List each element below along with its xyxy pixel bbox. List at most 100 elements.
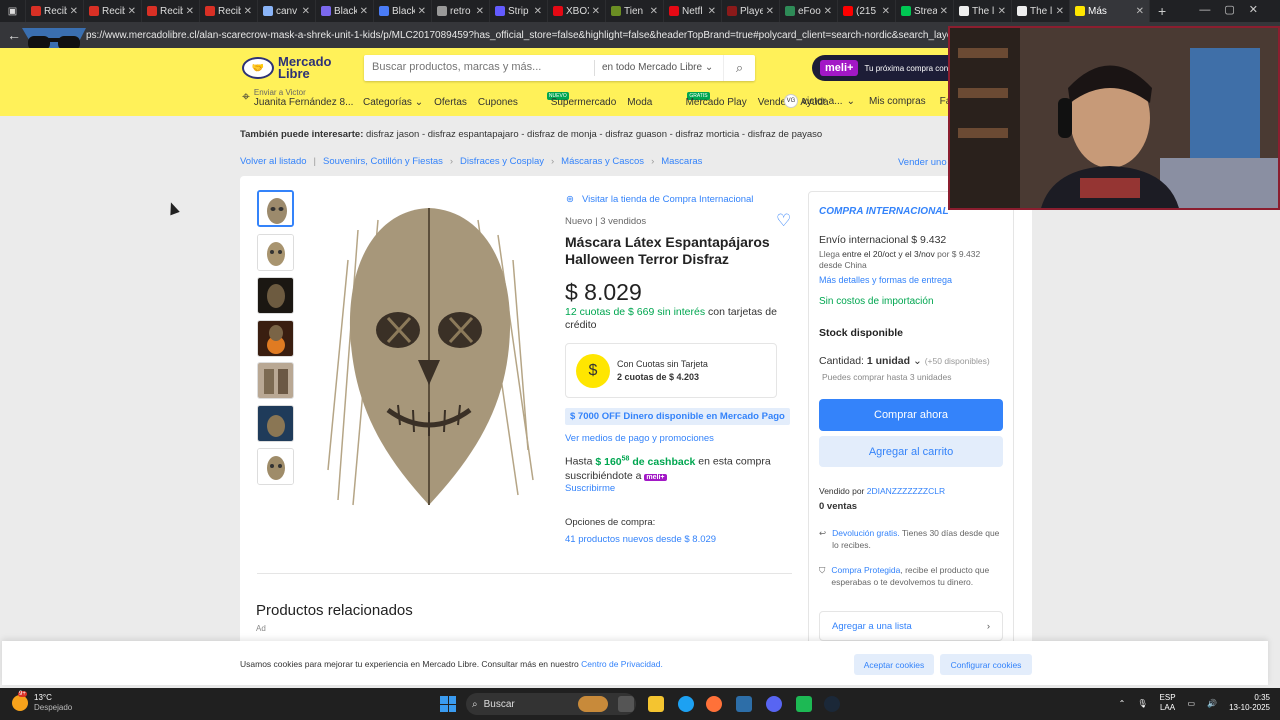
close-tab-icon[interactable]: ✕: [998, 6, 1006, 17]
close-tab-icon[interactable]: ✕: [824, 6, 832, 17]
configure-cookies-button[interactable]: Configurar cookies: [940, 654, 1032, 675]
breadcrumb-item[interactable]: Mascaras: [661, 156, 702, 167]
privacy-center-link[interactable]: Centro de Privacidad.: [581, 659, 663, 669]
store-icon[interactable]: [736, 696, 752, 712]
browser-tab[interactable]: (215 ✕: [838, 0, 896, 22]
browser-tab[interactable]: The l ✕: [954, 0, 1012, 22]
visit-store-link[interactable]: ⊛ Visitar la tienda de Compra Internacion…: [566, 194, 753, 205]
delivery-location[interactable]: ⌖ Enviar a Victor Juanita Fernández 8...: [242, 88, 353, 108]
mis-compras-link[interactable]: Mis compras: [869, 96, 926, 107]
protection-link[interactable]: Compra Protegida: [831, 565, 900, 575]
close-tab-icon[interactable]: ✕: [1056, 6, 1064, 17]
quantity-select[interactable]: Cantidad: 1 unidad ⌄ (+50 disponibles): [819, 355, 990, 367]
buy-now-button[interactable]: Comprar ahora: [819, 399, 1003, 431]
weather-widget[interactable]: 9+ 13°C Despejado: [12, 690, 72, 712]
nav-mercado-play[interactable]: GRATISMercado Play: [663, 92, 747, 108]
close-tab-icon[interactable]: ✕: [882, 6, 890, 17]
close-tab-icon[interactable]: ✕: [708, 6, 716, 17]
browser-tab[interactable]: Strip ✕: [490, 0, 548, 22]
window-controls[interactable]: —▢✕: [1199, 3, 1272, 16]
browser-tab[interactable]: canv ✕: [258, 0, 316, 22]
breadcrumb-item[interactable]: Souvenirs, Cotillón y Fiestas: [323, 156, 443, 167]
breadcrumb-item[interactable]: Disfraces y Cosplay: [460, 156, 544, 167]
close-tab-icon[interactable]: ✕: [592, 6, 600, 17]
browser-tab[interactable]: Recib✕: [200, 0, 258, 22]
browser-tab[interactable]: Tien ✕: [606, 0, 664, 22]
search-scope-select[interactable]: en todo Mercado Libre ⌄: [602, 62, 713, 73]
browser-tab[interactable]: Playe ✕: [722, 0, 780, 22]
new-products-link[interactable]: 41 productos nuevos desde $ 8.029: [565, 534, 716, 545]
search-icon[interactable]: ⌕: [723, 55, 755, 81]
taskbar-search[interactable]: ⌕ Buscar: [466, 693, 636, 715]
nav-categorias[interactable]: Categorías ⌄: [363, 97, 423, 108]
nav-ofertas[interactable]: Ofertas: [434, 97, 467, 108]
browser-tab[interactable]: Black ✕: [316, 0, 374, 22]
browser-tab[interactable]: Recib✕: [142, 0, 200, 22]
meli-plus-banner[interactable]: meli+ Tu próxima compra con: [812, 55, 962, 81]
browser-tab[interactable]: The l ✕: [1012, 0, 1070, 22]
widget-image-icon[interactable]: [578, 696, 608, 712]
thumbnail[interactable]: [257, 405, 294, 442]
add-to-list-button[interactable]: Agregar a una lista ›: [819, 611, 1003, 641]
close-tab-icon[interactable]: ✕: [128, 6, 136, 17]
clock[interactable]: 0:35 13-10-2025: [1229, 693, 1270, 713]
close-tab-icon[interactable]: ✕: [70, 6, 78, 17]
accept-cookies-button[interactable]: Aceptar cookies: [854, 654, 934, 675]
close-tab-icon[interactable]: ✕: [650, 6, 658, 17]
close-tab-icon[interactable]: ✕: [244, 6, 252, 17]
nav-cupones[interactable]: Cupones: [478, 97, 518, 108]
language-indicator[interactable]: ESP LAA: [1160, 693, 1176, 713]
browser-tab[interactable]: Más ✕: [1070, 0, 1150, 22]
microphone-icon[interactable]: 🎙: [1137, 699, 1147, 708]
url-field[interactable]: ps://www.mercadolibre.cl/alan-scarecrow-…: [86, 30, 966, 41]
breadcrumb-item[interactable]: Máscaras y Cascos: [561, 156, 644, 167]
payment-methods-link[interactable]: Ver medios de pago y promociones: [565, 433, 714, 444]
network-icon[interactable]: ▭: [1188, 699, 1196, 708]
file-explorer-icon[interactable]: [648, 696, 664, 712]
firefox-icon[interactable]: [706, 696, 722, 712]
mercadolibre-logo[interactable]: 🤝 Mercado Libre: [242, 55, 331, 80]
close-tab-icon[interactable]: ✕: [534, 6, 542, 17]
add-to-cart-button[interactable]: Agregar al carrito: [819, 436, 1003, 467]
cuotas-sin-tarjeta-box[interactable]: $ Con Cuotas sin Tarjeta 2 cuotas de $ 4…: [565, 343, 777, 398]
browser-tab[interactable]: Strea ✕: [896, 0, 954, 22]
close-tab-icon[interactable]: ✕: [1136, 6, 1144, 17]
task-view-icon[interactable]: [618, 696, 634, 712]
user-account[interactable]: VG victor a... ⌄: [784, 94, 855, 108]
close-tab-icon[interactable]: ✕: [940, 6, 948, 17]
heart-icon[interactable]: ♡: [776, 211, 791, 231]
sell-one-link[interactable]: Vender uno: [898, 157, 947, 168]
browser-tab[interactable]: retro ✕: [432, 0, 490, 22]
close-tab-icon[interactable]: ✕: [418, 6, 426, 17]
nav-moda[interactable]: Moda: [627, 97, 652, 108]
new-tab-button[interactable]: +: [1158, 3, 1166, 19]
steam-icon[interactable]: [824, 696, 840, 712]
product-main-image[interactable]: [318, 200, 540, 512]
close-tab-icon[interactable]: ✕: [360, 6, 368, 17]
seller-link[interactable]: 2DIANZZZZZZZCLR: [867, 486, 945, 496]
thumbnail[interactable]: [257, 277, 294, 314]
close-tab-icon[interactable]: ✕: [302, 6, 310, 17]
discord-icon[interactable]: [766, 696, 782, 712]
delivery-details-link[interactable]: Más detalles y formas de entrega: [819, 275, 952, 285]
browser-tab[interactable]: Recib✕: [26, 0, 84, 22]
browser-tab[interactable]: XBOX✕: [548, 0, 606, 22]
thumbnail[interactable]: [257, 234, 294, 271]
related-items[interactable]: disfraz jason - disfraz espantapajaro - …: [366, 129, 822, 140]
close-tab-icon[interactable]: ✕: [186, 6, 194, 17]
thumbnail[interactable]: [257, 320, 294, 357]
search-input[interactable]: [372, 61, 592, 73]
subscribe-link[interactable]: Suscribirme: [565, 483, 615, 494]
browser-tab[interactable]: Netfl ✕: [664, 0, 722, 22]
nav-supermercado[interactable]: NUEVOSupermercado: [529, 92, 616, 108]
app-icon[interactable]: [796, 696, 812, 712]
close-tab-icon[interactable]: ✕: [476, 6, 484, 17]
tab-menu[interactable]: ▣: [0, 0, 26, 22]
edge-icon[interactable]: [678, 696, 694, 712]
breadcrumb-back[interactable]: Volver al listado: [240, 156, 307, 167]
thumbnail[interactable]: [257, 448, 294, 485]
browser-tab[interactable]: eFoo ✕: [780, 0, 838, 22]
windows-start-icon[interactable]: [440, 696, 456, 712]
browser-tab[interactable]: Black ✕: [374, 0, 432, 22]
thumbnail[interactable]: [257, 190, 294, 227]
